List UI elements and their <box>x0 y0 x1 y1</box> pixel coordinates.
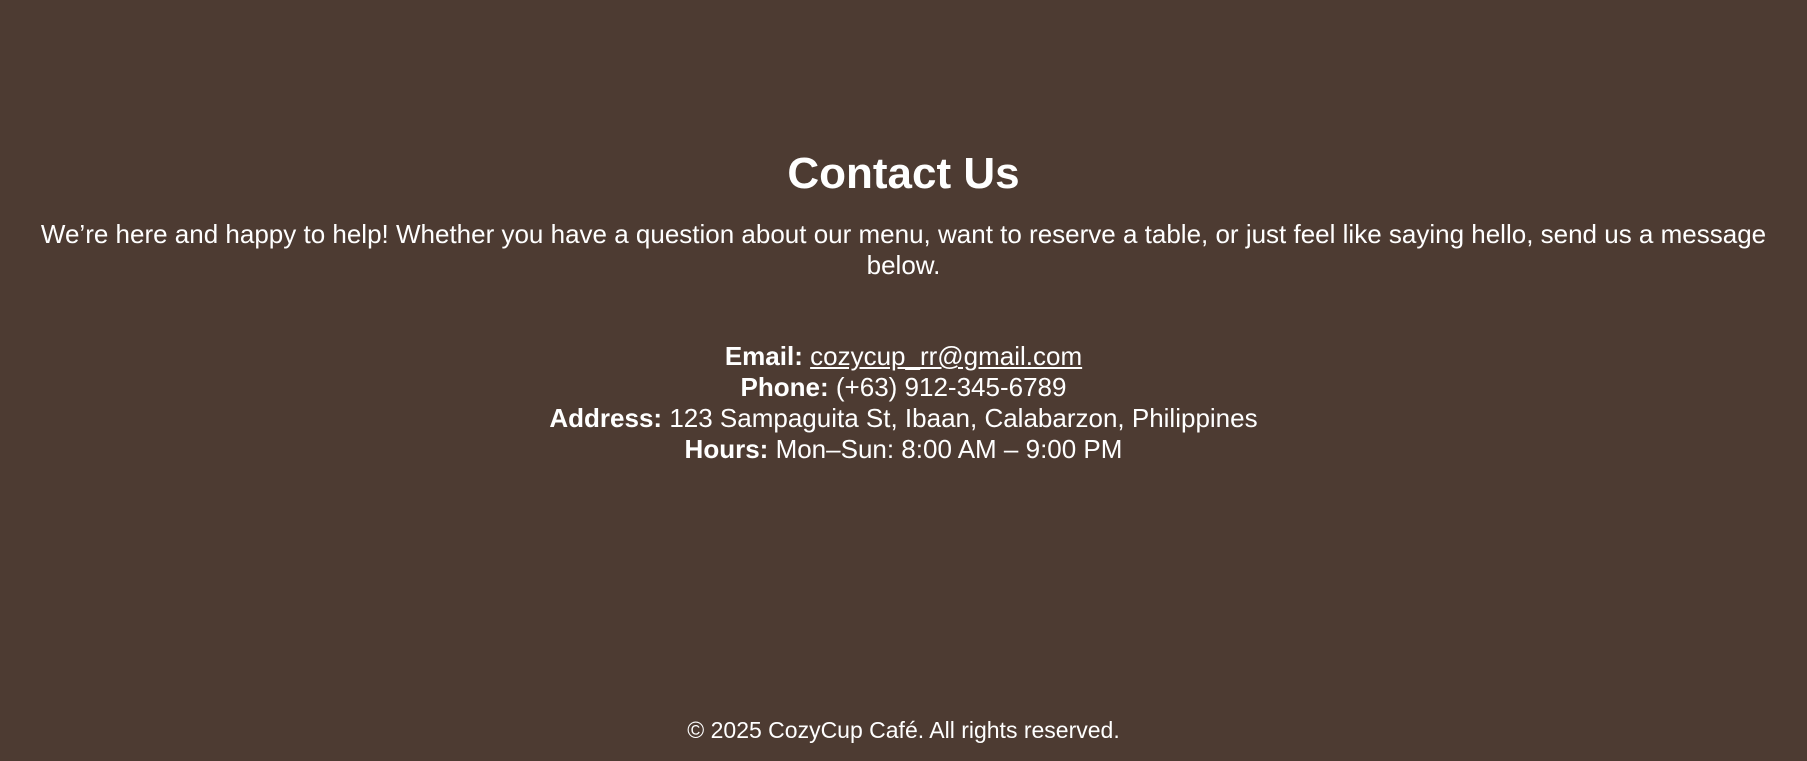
footer: © 2025 CozyCup Café. All rights reserved… <box>0 716 1807 744</box>
email-line: Email: cozycup_rr@gmail.com <box>0 341 1807 372</box>
address-value: 123 Sampaguita St, Ibaan, Calabarzon, Ph… <box>669 403 1258 433</box>
contact-intro-text: We’re here and happy to help! Whether yo… <box>40 219 1767 280</box>
hours-line: Hours: Mon–Sun: 8:00 AM – 9:00 PM <box>0 434 1807 465</box>
email-label: Email: <box>724 341 803 371</box>
page: Contact Us We’re here and happy to help!… <box>0 0 1807 761</box>
phone-line: Phone: (+63) 912-345-6789 <box>0 372 1807 403</box>
phone-label: Phone: <box>740 372 829 402</box>
phone-value: (+63) 912-345-6789 <box>835 372 1067 402</box>
hours-label: Hours: <box>684 434 769 464</box>
contact-details: Email: cozycup_rr@gmail.com Phone: (+63)… <box>0 341 1807 465</box>
copyright-text: © 2025 CozyCup Café. All rights reserved… <box>687 717 1120 743</box>
contact-section: Contact Us We’re here and happy to help!… <box>0 148 1807 465</box>
address-label: Address: <box>549 403 663 433</box>
address-line: Address: 123 Sampaguita St, Ibaan, Calab… <box>0 403 1807 434</box>
email-link[interactable]: cozycup_rr@gmail.com <box>810 341 1082 371</box>
page-title: Contact Us <box>787 149 1020 198</box>
hours-value: Mon–Sun: 8:00 AM – 9:00 PM <box>775 434 1123 464</box>
